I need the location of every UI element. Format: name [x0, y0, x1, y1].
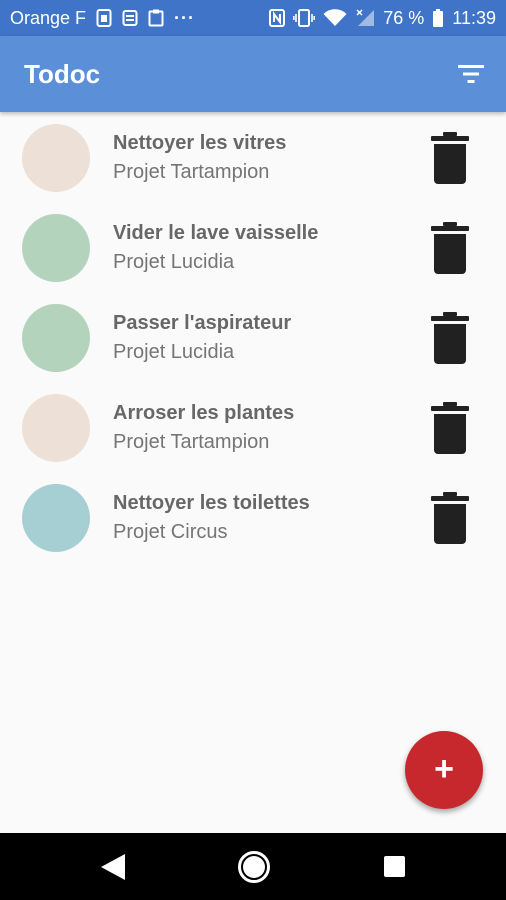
clipboard-icon — [148, 9, 164, 27]
home-icon[interactable] — [237, 850, 271, 884]
task-name: Vider le lave vaisselle — [113, 222, 319, 244]
project-color-avatar — [22, 214, 90, 282]
cell-signal-icon — [355, 9, 375, 27]
status-bar: Orange F ··· 76 % 11:39 — [0, 0, 506, 36]
add-task-button[interactable]: + — [405, 731, 483, 809]
nfc-icon — [269, 9, 286, 27]
task-row[interactable]: Passer l'aspirateur Projet Lucidia — [0, 292, 506, 382]
project-color-avatar — [22, 304, 90, 372]
task-name: Arroser les plantes — [113, 402, 295, 424]
more-dots-icon: ··· — [174, 7, 196, 28]
delete-task-icon[interactable] — [430, 132, 470, 184]
task-name: Nettoyer les toilettes — [113, 492, 310, 514]
project-name: Projet Tartampion — [113, 431, 270, 453]
notification-icon — [122, 9, 138, 27]
delete-task-icon[interactable] — [430, 312, 470, 364]
task-name: Nettoyer les vitres — [113, 132, 287, 154]
delete-task-icon[interactable] — [430, 222, 470, 274]
app-title: Todoc — [24, 58, 101, 89]
app-bar: Todoc — [0, 36, 506, 112]
recents-icon[interactable] — [384, 856, 405, 877]
wifi-icon — [323, 9, 347, 27]
task-row[interactable]: Nettoyer les toilettes Projet Circus — [0, 472, 506, 562]
clock: 11:39 — [452, 7, 496, 28]
add-icon: + — [434, 750, 454, 788]
task-texts: Passer l'aspirateur Projet Lucidia — [113, 310, 291, 368]
sim-icon — [96, 9, 112, 27]
task-texts: Nettoyer les vitres Projet Tartampion — [113, 130, 286, 188]
navigation-bar — [0, 833, 506, 900]
back-icon[interactable] — [100, 853, 126, 881]
battery-icon — [432, 9, 444, 27]
project-name: Projet Tartampion — [113, 161, 270, 183]
project-color-avatar — [22, 394, 90, 462]
project-color-avatar — [22, 484, 90, 552]
project-name: Projet Lucidia — [113, 341, 235, 363]
battery-percent: 76 % — [383, 7, 425, 28]
task-name: Passer l'aspirateur — [113, 312, 292, 334]
task-list: Nettoyer les vitres Projet Tartampion Vide… — [0, 112, 506, 562]
task-texts: Arroser les plantes Projet Tartampion — [113, 400, 294, 458]
delete-task-icon[interactable] — [430, 492, 470, 544]
task-texts: Vider le lave vaisselle Projet Lucidia — [113, 220, 318, 278]
task-row[interactable]: Nettoyer les vitres Projet Tartampion — [0, 112, 506, 202]
delete-task-icon[interactable] — [430, 402, 470, 454]
task-texts: Nettoyer les toilettes Projet Circus — [113, 490, 310, 548]
carrier-label: Orange F — [10, 7, 87, 28]
project-name: Projet Lucidia — [113, 251, 235, 273]
vibrate-icon — [293, 9, 316, 27]
filter-sort-icon[interactable] — [458, 63, 484, 85]
project-name: Projet Circus — [113, 521, 228, 543]
task-row[interactable]: Vider le lave vaisselle Projet Lucidia — [0, 202, 506, 292]
project-color-avatar — [22, 124, 90, 192]
task-row[interactable]: Arroser les plantes Projet Tartampion — [0, 382, 506, 472]
